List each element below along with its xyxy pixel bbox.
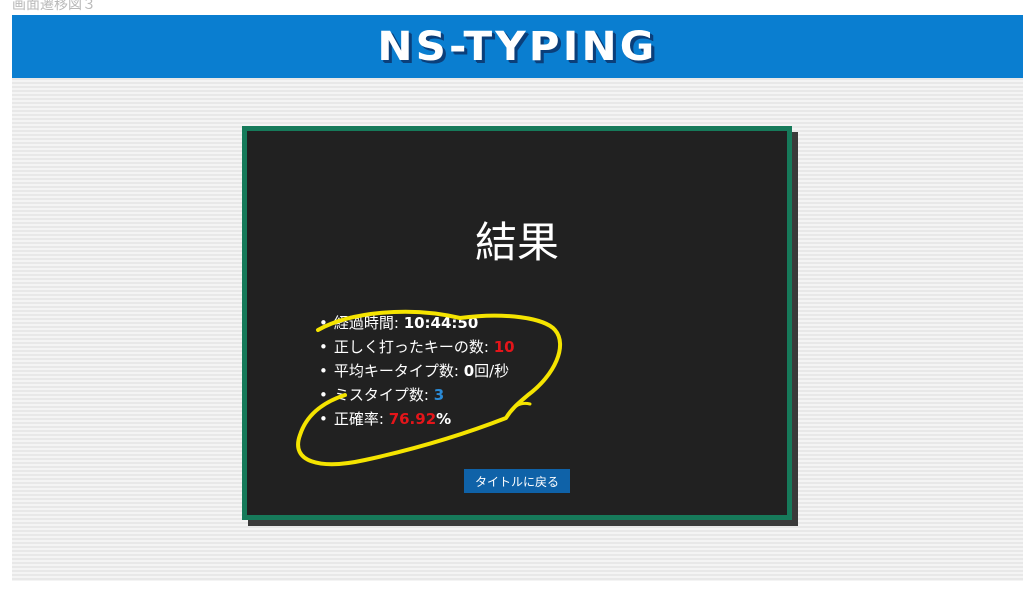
stat-label: 平均キータイプ数: xyxy=(333,362,464,380)
stat-value: 0 xyxy=(463,362,475,380)
bullet-icon: • xyxy=(319,410,328,428)
stat-value: 3 xyxy=(433,386,445,404)
stat-label: 正確率: xyxy=(333,410,389,428)
back-to-title-button[interactable]: タイトルに戻る xyxy=(464,469,570,493)
stat-label: 正しく打ったキーの数: xyxy=(333,338,494,356)
result-stats-list: • 経過時間: 10:44:50 • 正しく打ったキーの数: 10 • 平均キータイプ… xyxy=(319,311,515,431)
stat-unit: 回/秒 xyxy=(474,362,510,380)
figure-caption: 画面遷移図３ xyxy=(12,0,96,13)
stat-unit: % xyxy=(436,410,452,428)
bullet-icon: • xyxy=(319,338,328,356)
bullet-icon: • xyxy=(319,386,328,404)
stat-value: 10:44:50 xyxy=(403,314,479,332)
bullet-icon: • xyxy=(319,362,328,380)
result-panel: 結果 • 経過時間: 10:44:50 • 正しく打ったキーの数: 10 • 平均キー… xyxy=(242,126,792,520)
stat-average-keys: • 平均キータイプ数: 0回/秒 xyxy=(319,359,515,383)
stat-label: 経過時間: xyxy=(333,314,404,332)
stat-label: ミスタイプ数: xyxy=(333,386,434,404)
stat-value: 76.92 xyxy=(388,410,437,428)
stat-correct-keys: • 正しく打ったキーの数: 10 xyxy=(319,335,515,359)
bullet-icon: • xyxy=(319,314,328,332)
stat-value: 10 xyxy=(493,338,515,356)
stat-elapsed-time: • 経過時間: 10:44:50 xyxy=(319,311,515,335)
result-title: 結果 xyxy=(474,218,559,267)
stat-accuracy: • 正確率: 76.92% xyxy=(319,407,515,431)
app-header: NS-TYPING xyxy=(12,15,1023,78)
stat-mistypes: • ミスタイプ数: 3 xyxy=(319,383,515,407)
app-logo: NS-TYPING xyxy=(377,23,658,70)
